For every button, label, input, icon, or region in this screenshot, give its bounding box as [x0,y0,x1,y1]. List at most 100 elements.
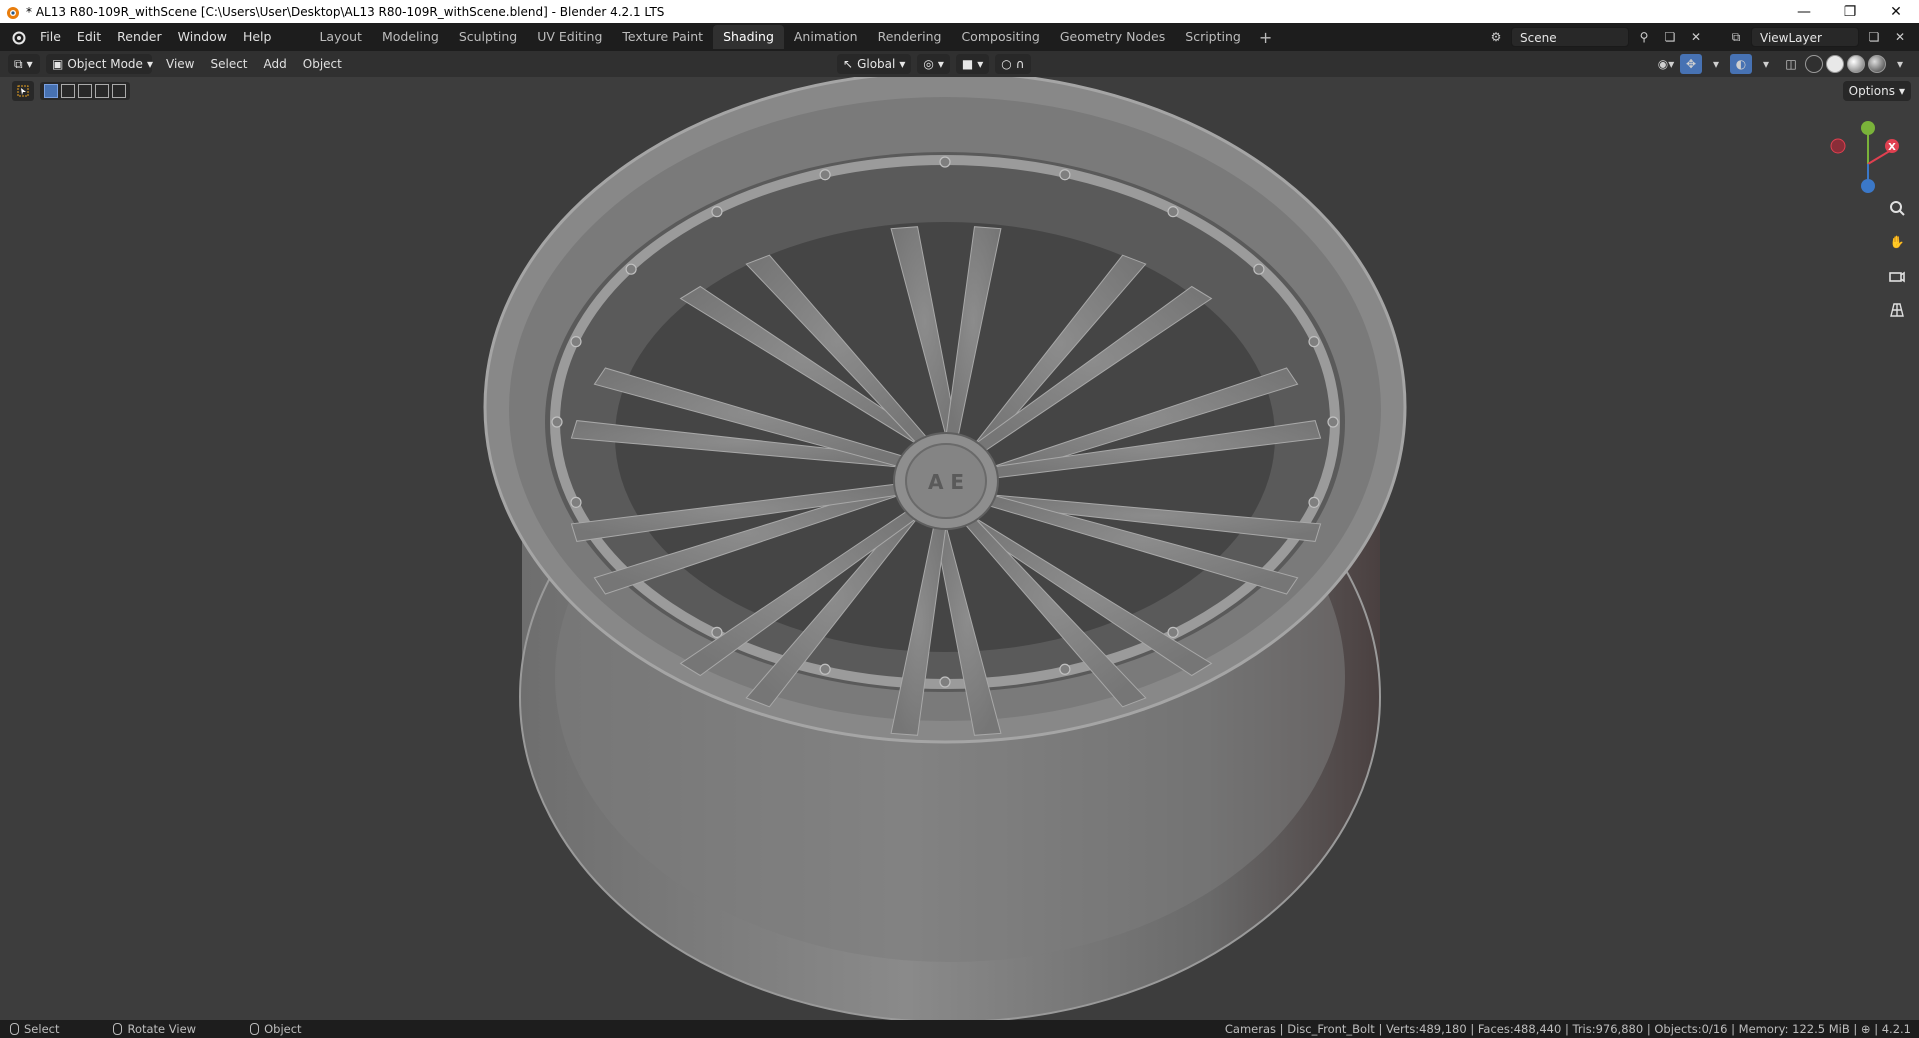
rim-bolt [1059,663,1071,675]
blender-menu-icon[interactable] [10,29,26,45]
tab-texture-paint[interactable]: Texture Paint [612,25,713,49]
menu-render[interactable]: Render [109,26,170,48]
snap-dropdown[interactable]: ■ ▾ [955,54,990,74]
status-rotate: Rotate View [113,1022,196,1036]
rim-bolt [570,336,582,348]
window-title: * AL13 R80-109R_withScene [C:\Users\User… [26,4,665,19]
close-button[interactable]: ✕ [1873,0,1919,23]
3d-viewport[interactable]: A E Options ▾ X ✋ [0,77,1919,1020]
rim-bolt [1327,416,1339,428]
tab-compositing[interactable]: Compositing [951,25,1049,49]
tab-sculpting[interactable]: Sculpting [449,25,527,49]
overlay-toggle-icon[interactable]: ◐ [1730,54,1752,74]
tab-uv-editing[interactable]: UV Editing [527,25,612,49]
proportional-edit-dropdown[interactable]: ○ ∩ [995,54,1031,74]
snap-icon: ■ [961,57,974,71]
delete-scene-icon[interactable]: ✕ [1685,27,1707,47]
selection-mode-group [40,82,130,100]
menu-select[interactable]: Select [202,54,255,74]
zoom-icon[interactable] [1884,195,1910,221]
y-axis-icon[interactable] [1861,121,1875,135]
view-layer-field[interactable]: ViewLayer [1751,27,1859,47]
rim-bolt [1167,626,1179,638]
wireframe-shading-icon[interactable] [1805,55,1823,73]
tab-animation[interactable]: Animation [784,25,868,49]
tab-scripting[interactable]: Scripting [1175,25,1251,49]
menu-add[interactable]: Add [256,54,295,74]
mouse-left-icon [10,1023,19,1035]
subtract-selection-icon[interactable] [78,84,92,98]
rim-bolt [625,263,637,275]
status-rotate-label: Rotate View [127,1022,197,1036]
rim-bolt [1308,496,1320,508]
set-selection-icon[interactable] [44,84,58,98]
menu-help[interactable]: Help [235,26,280,48]
mode-dropdown[interactable]: ▣ Object Mode ▾ [46,54,153,74]
chevron-down-icon: ▾ [1898,84,1905,98]
visibility-icon[interactable]: ◉▾ [1655,54,1677,74]
tab-modeling[interactable]: Modeling [372,25,449,49]
gizmo-toggle-icon[interactable]: ✥ [1680,54,1702,74]
editor-type-icon: ⧉ [14,57,23,71]
menu-object[interactable]: Object [295,54,350,74]
rim-bolt [1059,169,1071,181]
viewport-header: ⧉ ▾ ▣ Object Mode ▾ View Select Add Objec… [0,51,1919,77]
camera-icon[interactable] [1884,263,1910,289]
rim-bolt [551,416,563,428]
rim-bolt [939,676,951,688]
new-view-layer-icon[interactable]: ❏ [1863,27,1885,47]
minimize-button[interactable]: — [1781,0,1827,23]
overlay-dropdown-icon[interactable]: ▾ [1755,54,1777,74]
tab-rendering[interactable]: Rendering [868,25,952,49]
menu-edit[interactable]: Edit [69,26,109,48]
wheel-model[interactable]: A E [0,77,1919,1020]
delete-view-layer-icon[interactable]: ✕ [1889,27,1911,47]
rim-bolt [1167,206,1179,218]
navigation-tools: ✋ [1884,195,1910,323]
rendered-shading-icon[interactable] [1868,55,1886,73]
add-workspace-button[interactable]: + [1251,28,1280,47]
status-object: Object [250,1022,302,1036]
status-object-label: Object [264,1022,302,1036]
shading-dropdown-icon[interactable]: ▾ [1889,54,1911,74]
mode-label: Object Mode [67,57,143,71]
invert-selection-icon[interactable] [95,84,109,98]
menu-file[interactable]: File [32,26,69,48]
perspective-grid-icon[interactable] [1884,297,1910,323]
select-tool-icon[interactable] [12,81,34,101]
tab-layout[interactable]: Layout [309,25,372,49]
tab-shading[interactable]: Shading [713,25,784,49]
intersect-selection-icon[interactable] [112,84,126,98]
xray-icon[interactable]: ◫ [1780,54,1802,74]
menu-window[interactable]: Window [170,26,235,48]
menu-view[interactable]: View [158,54,202,74]
pin-icon[interactable]: ⚲ [1633,27,1655,47]
mouse-middle-icon [113,1023,123,1035]
blender-logo-icon [7,6,19,19]
rim-bolt [939,156,951,168]
editor-type-dropdown[interactable]: ⧉ ▾ [8,54,40,74]
new-scene-icon[interactable]: ❏ [1659,27,1681,47]
scene-name-field[interactable]: Scene [1511,27,1629,47]
orientation-dropdown[interactable]: ↖ Global ▾ [837,54,912,74]
solid-shading-icon[interactable] [1826,55,1844,73]
tab-geometry-nodes[interactable]: Geometry Nodes [1050,25,1175,49]
pivot-dropdown[interactable]: ◎ ▾ [917,54,950,74]
extend-selection-icon[interactable] [61,84,75,98]
chevron-down-icon: ▾ [899,57,906,71]
gizmo-dropdown-icon[interactable]: ▾ [1705,54,1727,74]
neg-x-axis-icon[interactable] [1830,138,1846,154]
hand-pan-icon[interactable]: ✋ [1884,229,1910,255]
scene-icon[interactable]: ⚙ [1485,27,1507,47]
restore-button[interactable]: ❐ [1827,0,1873,23]
rim-bolt [1308,336,1320,348]
options-dropdown[interactable]: Options ▾ [1842,81,1911,101]
rim-bolt [711,626,723,638]
z-axis-icon[interactable] [1861,179,1875,193]
material-shading-icon[interactable] [1847,55,1865,73]
view-layer-icon[interactable]: ⧉ [1725,27,1747,47]
top-bar: File Edit Render Window Help Layout Mode… [0,23,1919,51]
orientation-icon: ↖ [843,57,854,71]
navigation-gizmo[interactable]: X [1820,119,1900,199]
proportional-icon: ○ [1001,57,1012,71]
